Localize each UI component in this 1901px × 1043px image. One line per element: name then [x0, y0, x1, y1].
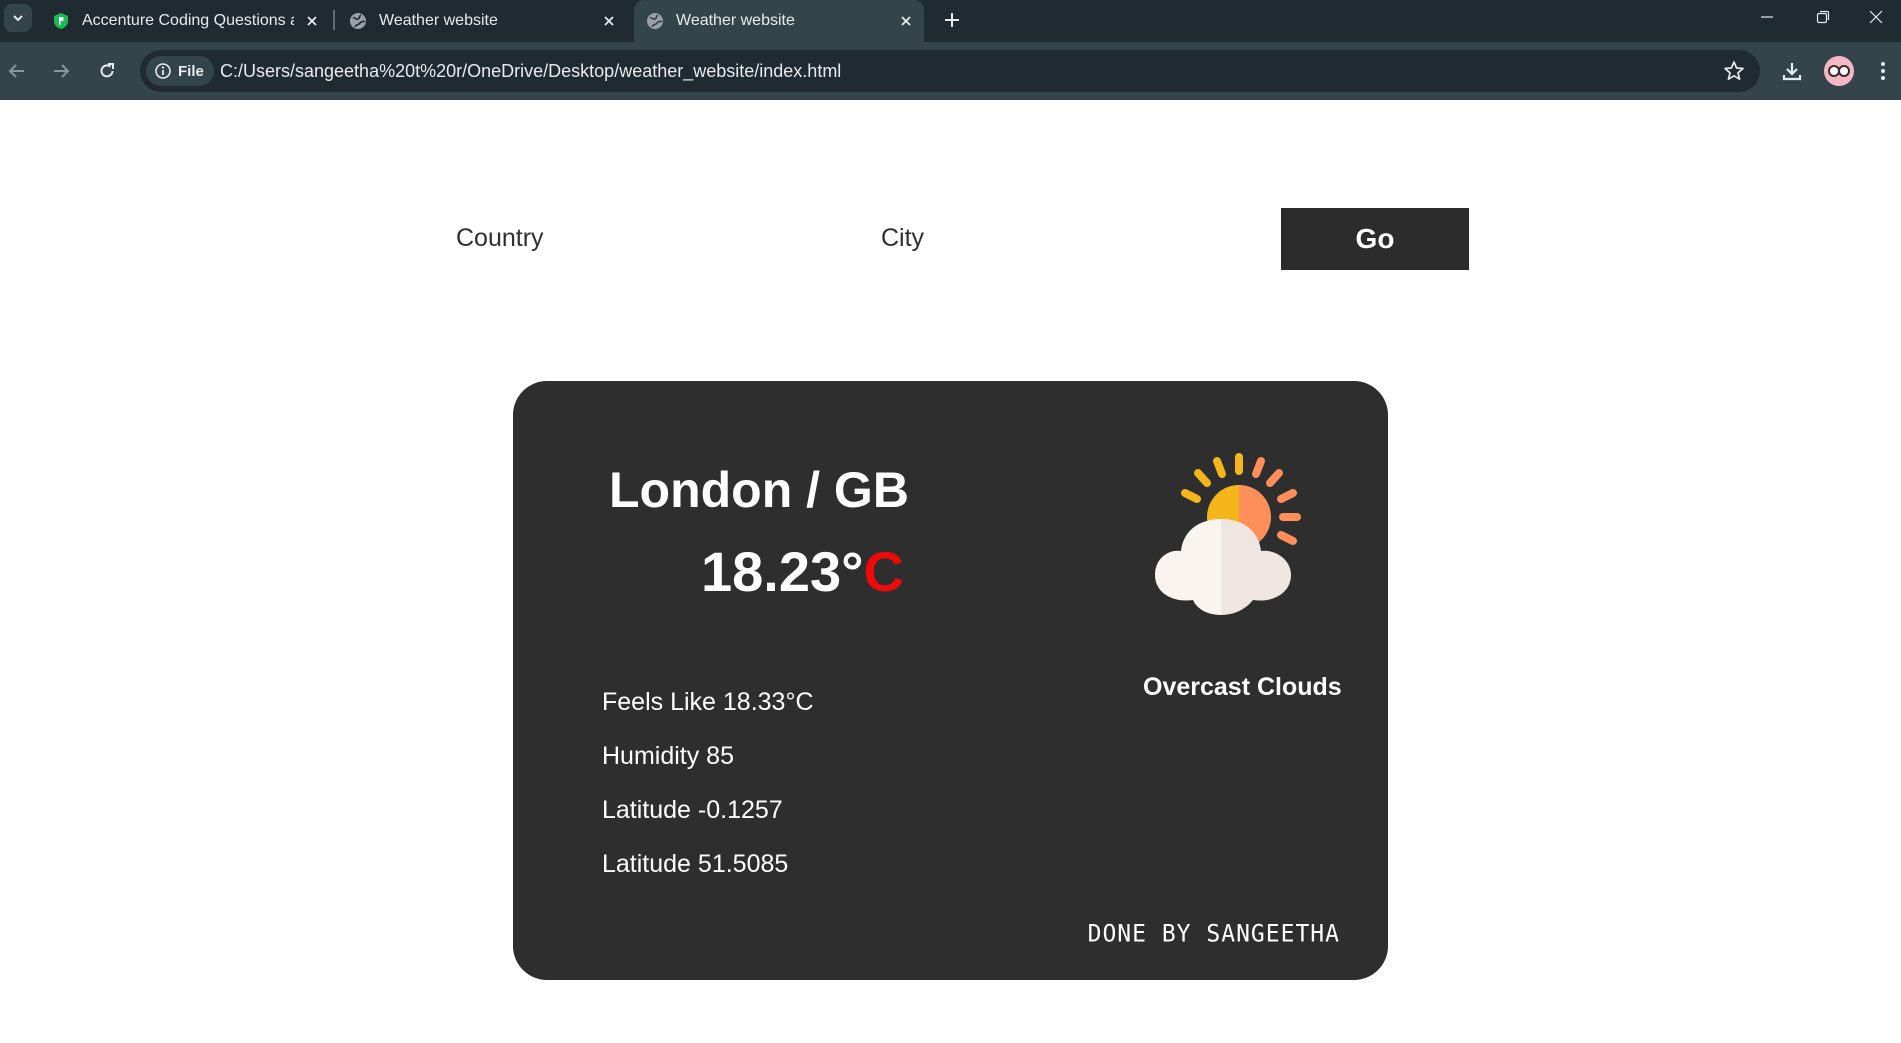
- kebab-menu-icon: [1881, 62, 1885, 80]
- credit-text: DONE BY SANGEETHA: [1087, 920, 1340, 948]
- browser-menu-button[interactable]: [1866, 54, 1900, 88]
- site-info-chip[interactable]: File: [146, 56, 214, 86]
- green-shield-favicon-icon: [54, 13, 68, 29]
- arrow-right-icon: [54, 64, 70, 78]
- url-text[interactable]: C:/Users/sangeetha%20t%20r/OneDrive/Desk…: [220, 61, 841, 82]
- longitude-detail: Latitude -0.1257: [602, 796, 783, 824]
- forward-button[interactable]: [44, 54, 78, 88]
- temperature-unit: C: [863, 540, 904, 603]
- feels-like-detail: Feels Like 18.33°C: [602, 688, 814, 716]
- restore-icon: [1816, 10, 1830, 24]
- tab-search-button[interactable]: [4, 4, 32, 32]
- minimize-icon: [1761, 16, 1773, 18]
- humidity-detail: Humidity 85: [602, 742, 734, 770]
- latitude-detail: Latitude 51.5085: [602, 850, 789, 878]
- globe-favicon-icon: [350, 13, 366, 29]
- chevron-down-icon: [13, 15, 23, 22]
- reload-icon: [100, 63, 114, 78]
- browser-toolbar: File C:/Users/sangeetha%20t%20r/OneDrive…: [0, 42, 1901, 100]
- tab-title: Weather website: [379, 12, 498, 29]
- tab-title: Accenture Coding Questions ar: [82, 12, 294, 29]
- reload-button[interactable]: [90, 54, 124, 88]
- close-icon: [1869, 10, 1883, 24]
- close-tab-icon[interactable]: [599, 11, 619, 31]
- minimize-button[interactable]: [1739, 0, 1795, 34]
- weather-description: Overcast Clouds: [1143, 673, 1342, 701]
- tab-weather-website-active[interactable]: Weather website: [634, 0, 924, 42]
- arrow-left-icon: [8, 64, 24, 78]
- weather-card: London / GB 18.23°C Overcast Clouds Feel…: [513, 381, 1388, 980]
- downloads-button[interactable]: [1775, 54, 1809, 88]
- back-button[interactable]: [0, 54, 34, 88]
- tab-title: Weather website: [676, 12, 795, 29]
- temperature-value: 18.23: [701, 540, 842, 603]
- temperature: 18.23°C: [701, 539, 904, 604]
- info-icon: [155, 63, 171, 79]
- download-icon: [1782, 63, 1802, 81]
- globe-favicon-icon: [647, 13, 663, 29]
- glasses-avatar-icon: [1828, 65, 1850, 77]
- tab-weather-website[interactable]: Weather website: [349, 0, 619, 42]
- tab-accenture[interactable]: Accenture Coding Questions ar: [52, 0, 322, 42]
- restore-button[interactable]: [1795, 0, 1851, 34]
- country-input[interactable]: Country: [456, 224, 544, 253]
- new-tab-button[interactable]: [938, 6, 966, 34]
- close-window-button[interactable]: [1851, 0, 1901, 34]
- bookmark-star-icon[interactable]: [1722, 59, 1746, 83]
- profile-avatar[interactable]: [1824, 56, 1854, 86]
- plus-icon: [945, 13, 959, 27]
- go-button[interactable]: Go: [1281, 208, 1469, 270]
- degree-symbol: °: [841, 540, 864, 603]
- partly-cloudy-sun-icon: [1155, 453, 1301, 615]
- browser-tab-strip: Accenture Coding Questions ar Weather we…: [0, 0, 1901, 42]
- close-tab-icon[interactable]: [896, 11, 916, 31]
- city-input[interactable]: City: [881, 224, 924, 253]
- page-content: Country City Go London / GB 18.23°C Over…: [0, 100, 1901, 1043]
- site-chip-label: File: [178, 62, 204, 80]
- tab-separator: [333, 10, 335, 30]
- address-bar[interactable]: File C:/Users/sangeetha%20t%20r/OneDrive…: [140, 50, 1760, 92]
- close-tab-icon[interactable]: [302, 11, 322, 31]
- location-title: London / GB: [609, 462, 909, 518]
